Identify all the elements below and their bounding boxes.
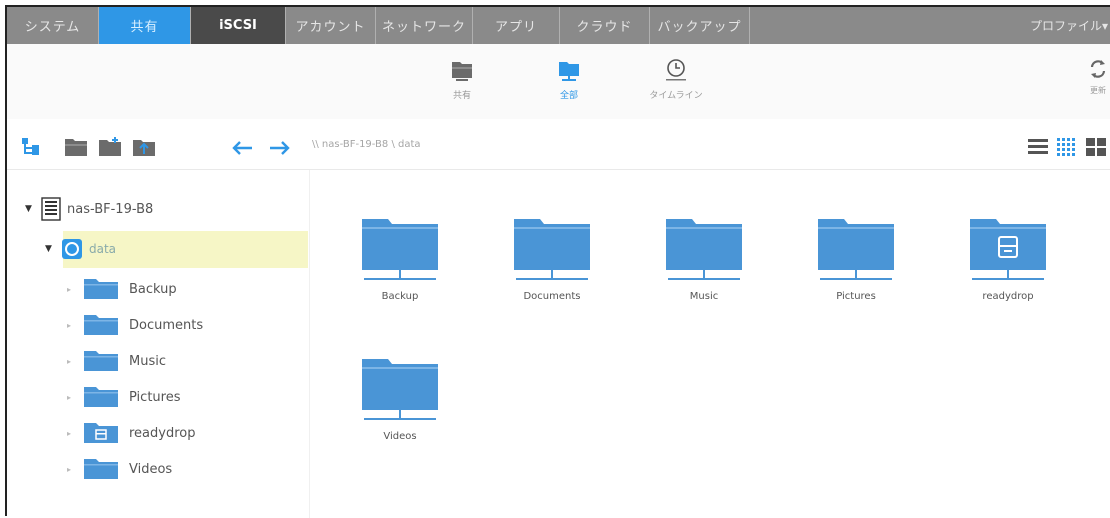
shared-folder-icon — [84, 387, 118, 407]
tree-folder-label: Videos — [129, 461, 173, 477]
grid-folder-label: Pictures — [836, 291, 876, 302]
tree-folder-documents[interactable]: ▸ Documents — [67, 312, 203, 338]
timeline-view-button[interactable]: タイムライン — [641, 58, 711, 101]
collapsed-arrow-icon[interactable]: ▸ — [67, 393, 77, 402]
grid-folder-pictures[interactable]: Pictures — [806, 215, 906, 302]
readydrop-folder-icon — [970, 219, 1046, 280]
share-view-label: 共有 — [452, 91, 471, 101]
tab-system[interactable]: システム — [7, 7, 99, 44]
network-folder-icon — [666, 219, 742, 280]
profile-label: プロファイル▾ — [1029, 19, 1108, 33]
collapsed-arrow-icon[interactable]: ▸ — [67, 357, 77, 366]
app-window: システム 共有 iSCSI アカウント ネットワーク アプリ クラウド バックア… — [5, 5, 1110, 518]
all-view-button[interactable]: 全部 — [534, 58, 604, 101]
tab-shares[interactable]: 共有 — [99, 7, 191, 44]
tree-folder-label: Pictures — [129, 389, 181, 405]
all-view-label: 全部 — [559, 91, 578, 101]
shared-folder-icon — [84, 351, 118, 371]
path-bar: \\ nas-BF-19-B8 \ data — [7, 119, 1110, 170]
readydrop-folder-icon — [84, 423, 118, 443]
shared-folder-icon — [84, 315, 118, 335]
tab-backup[interactable]: バックアップ — [650, 7, 750, 44]
profile-menu[interactable]: プロファイル▾ — [1030, 7, 1110, 44]
grid-folder-documents[interactable]: Documents — [502, 215, 602, 302]
grid-folder-label: Backup — [381, 291, 419, 302]
tree-root-label: nas-BF-19-B8 — [67, 201, 154, 217]
collapsed-arrow-icon[interactable]: ▸ — [67, 285, 77, 294]
grid-folder-music[interactable]: Music — [654, 215, 754, 302]
collapsed-arrow-icon[interactable]: ▸ — [67, 321, 77, 330]
tab-network[interactable]: ネットワーク — [376, 7, 473, 44]
tree-root-node[interactable]: ▼ nas-BF-19-B8 — [25, 197, 153, 221]
tree-folder-pictures[interactable]: ▸ Pictures — [67, 384, 180, 410]
tab-label: iSCSI — [219, 18, 257, 33]
grid-folder-backup[interactable]: Backup — [350, 215, 450, 302]
share-folder-icon — [452, 62, 472, 81]
clock-icon — [666, 59, 686, 81]
network-folder-icon — [514, 219, 590, 280]
network-folder-icon — [362, 359, 438, 420]
tab-cloud[interactable]: クラウド — [560, 7, 650, 44]
grid-folder-videos[interactable]: Videos — [350, 355, 450, 442]
network-folder-icon — [818, 219, 894, 280]
timeline-view-label: タイムライン — [649, 91, 703, 101]
shared-folder-icon — [84, 459, 118, 479]
tab-apps[interactable]: アプリ — [473, 7, 560, 44]
grid-folder-label: readydrop — [982, 291, 1034, 302]
tree-volume-label: data — [89, 242, 117, 256]
upload-folder-icon[interactable] — [132, 137, 156, 157]
back-arrow-icon[interactable] — [231, 141, 253, 155]
list-view-icon[interactable] — [1028, 138, 1048, 156]
refresh-label: 更新 — [1090, 86, 1106, 95]
folder-grid: Backup Documents Music Pictures readydro… — [309, 170, 1110, 518]
grid-folder-label: Documents — [523, 291, 581, 302]
view-toolbar: 共有 全部 タイムライン 更新 — [7, 44, 1110, 120]
tree-folder-backup[interactable]: ▸ Backup — [67, 276, 177, 302]
shared-folder-icon — [84, 279, 118, 299]
refresh-icon — [1090, 60, 1106, 78]
grid-folder-readydrop[interactable]: readydrop — [958, 215, 1058, 302]
tab-label: アプリ — [494, 20, 537, 35]
network-folder-icon — [362, 219, 438, 280]
collapsed-arrow-icon[interactable]: ▸ — [67, 429, 77, 438]
tree-toggle-icon[interactable] — [21, 137, 41, 157]
grid-folder-label: Music — [689, 291, 719, 302]
detail-grid-view-icon[interactable] — [1057, 138, 1077, 156]
tree-folder-readydrop[interactable]: ▸ readydrop — [67, 420, 196, 446]
tree-folder-music[interactable]: ▸ Music — [67, 348, 166, 374]
breadcrumb-path[interactable]: \\ nas-BF-19-B8 \ data — [312, 139, 421, 150]
share-view-button[interactable]: 共有 — [427, 58, 497, 101]
tab-label: バックアップ — [657, 20, 742, 35]
tab-accounts[interactable]: アカウント — [286, 7, 376, 44]
grid-folder-label: Videos — [383, 431, 417, 442]
collapsed-arrow-icon[interactable]: ▸ — [67, 465, 77, 474]
tab-label: 共有 — [130, 20, 159, 35]
tab-label: クラウド — [576, 20, 633, 35]
forward-arrow-icon[interactable] — [269, 141, 291, 155]
top-nav: システム 共有 iSCSI アカウント ネットワーク アプリ クラウド バックア… — [7, 7, 1110, 44]
tree-folder-label: Backup — [129, 281, 177, 297]
tree-folder-label: Music — [129, 353, 166, 369]
expanded-arrow-icon[interactable]: ▼ — [45, 244, 55, 254]
tree-volume-node[interactable]: ▼ data — [45, 238, 116, 260]
large-icon-view-icon[interactable] — [1086, 138, 1106, 156]
tab-label: システム — [24, 20, 81, 35]
refresh-button[interactable]: 更新 — [1088, 58, 1108, 96]
tab-label: アカウント — [295, 20, 366, 35]
folder-icon[interactable] — [64, 137, 88, 157]
tree-folder-videos[interactable]: ▸ Videos — [67, 456, 172, 482]
folder-tree: ▼ nas-BF-19-B8 ▼ data ▸ Backup ▸ Documen… — [7, 170, 309, 518]
tab-label: ネットワーク — [381, 20, 466, 35]
all-folders-icon — [559, 62, 579, 81]
expanded-arrow-icon[interactable]: ▼ — [25, 204, 35, 214]
tab-iscsi[interactable]: iSCSI — [191, 7, 286, 44]
tree-folder-label: readydrop — [129, 425, 196, 441]
new-folder-icon[interactable] — [98, 137, 122, 157]
nas-device-icon — [41, 197, 61, 221]
tree-folder-label: Documents — [129, 317, 204, 333]
volume-icon — [62, 239, 82, 259]
